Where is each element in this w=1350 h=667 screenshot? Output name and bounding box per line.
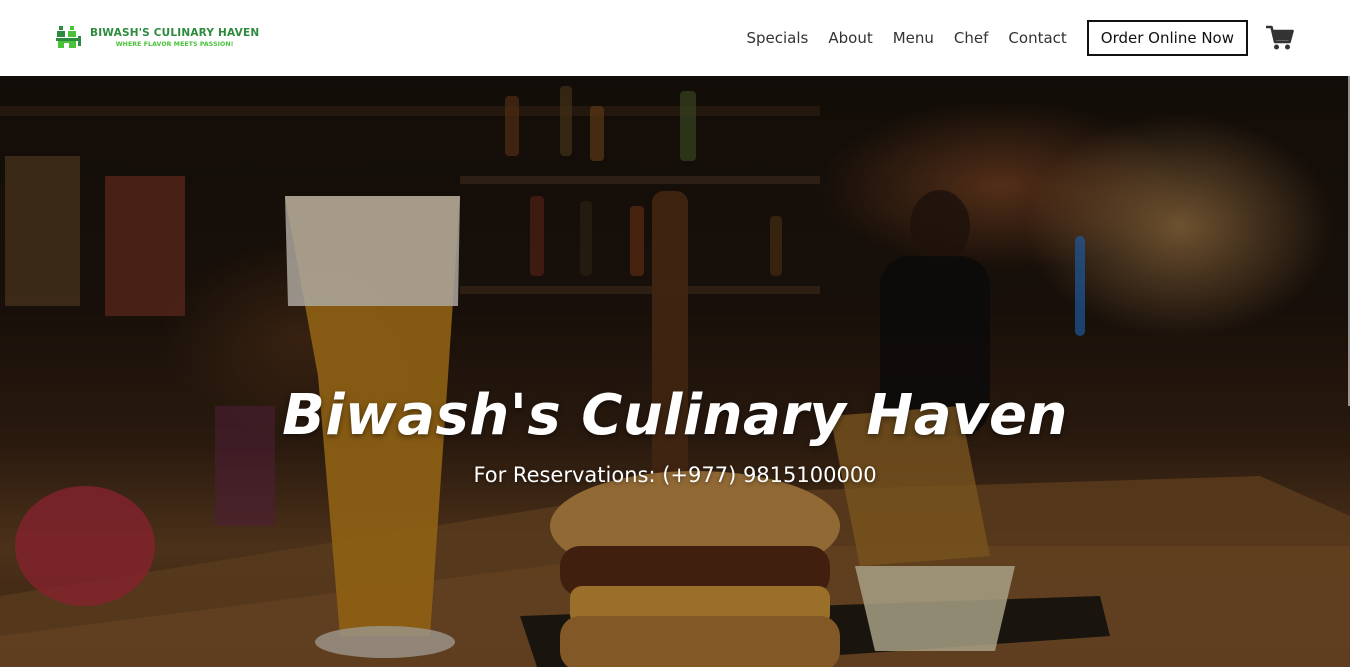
chef-logo-icon [56, 26, 81, 48]
hero-title: Biwash's Culinary Haven [282, 383, 1068, 448]
nav-link-contact[interactable]: Contact [1008, 29, 1066, 47]
cart-button[interactable] [1266, 24, 1296, 52]
shopping-cart-icon [1266, 25, 1294, 50]
hero-section: Biwash's Culinary Haven For Reservations… [0, 76, 1350, 667]
main-navigation: Specials About Menu Chef Contact Order O… [747, 20, 1297, 56]
brand-name: BIWASH'S CULINARY HAVEN [90, 27, 260, 40]
reservation-phone: For Reservations: (+977) 9815100000 [473, 463, 877, 487]
brand-logo-link[interactable]: BIWASH'S CULINARY HAVEN WHERE FLAVOR MEE… [56, 26, 259, 50]
brand-tagline: WHERE FLAVOR MEETS PASSION! [115, 40, 234, 48]
brand-text: BIWASH'S CULINARY HAVEN WHERE FLAVOR MEE… [90, 28, 259, 48]
navbar: BIWASH'S CULINARY HAVEN WHERE FLAVOR MEE… [0, 0, 1350, 76]
order-online-button[interactable]: Order Online Now [1086, 20, 1248, 56]
nav-link-chef[interactable]: Chef [954, 29, 989, 47]
hero-overlay [0, 76, 1350, 667]
nav-link-about[interactable]: About [828, 29, 872, 47]
nav-link-menu[interactable]: Menu [893, 29, 934, 47]
nav-link-specials[interactable]: Specials [747, 29, 809, 47]
